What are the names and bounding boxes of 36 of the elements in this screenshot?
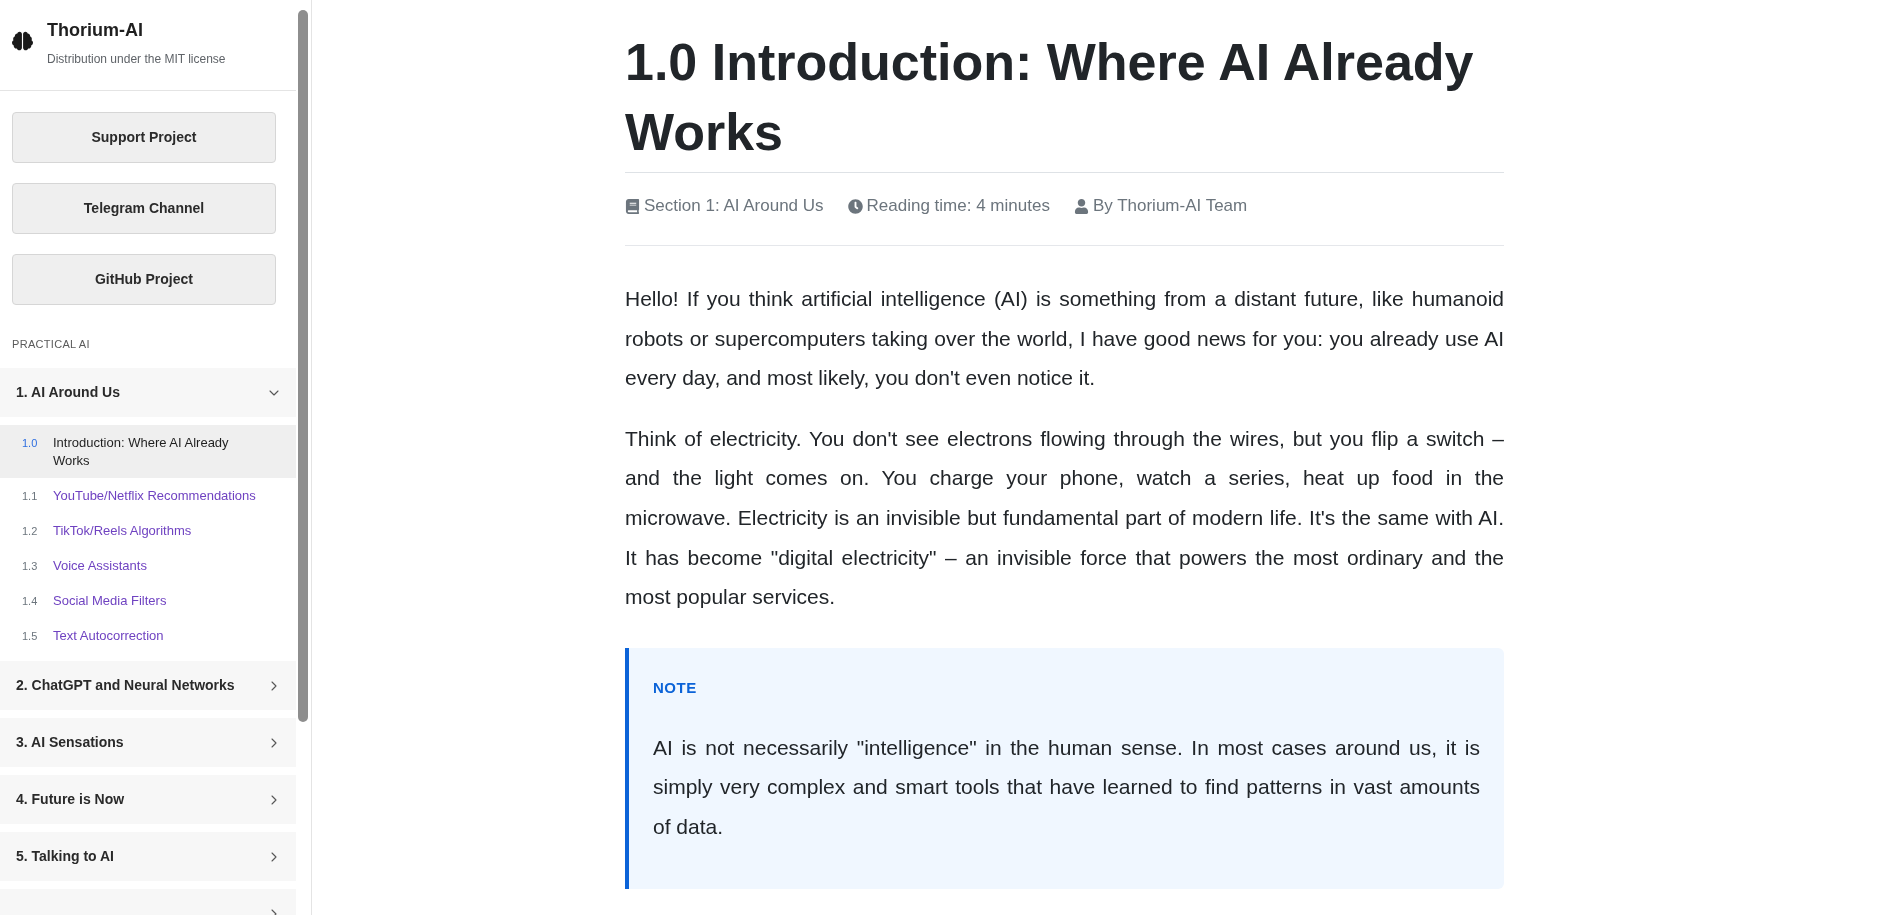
user-icon (1073, 198, 1089, 214)
reading-time: Reading time: 4 minutes (866, 195, 1050, 217)
paragraph: Think of electricity. You don't see electrons flowing through the wires, but you flip a switch – and the light comes on. You charge your phone, watch a series, heat up food in the microwave. Electricity is an invisible but fundamental part of modern life. It's the same with AI. It has become "digital electricity" – an invisible force that powers the most ordinary and the most popular services. (625, 425, 1504, 611)
nav-link[interactable]: 1.3 Voice Assistants (0, 548, 296, 583)
sidebar-button[interactable]: Support Project (12, 112, 276, 163)
nav-group-label: PRACTICAL AI (11, 337, 91, 352)
item-number: 1.4 (22, 593, 39, 609)
section-toggle[interactable]: 5. Talking to AI (0, 832, 296, 881)
nav-link[interactable]: 1.1 YouTube/Netflix Recommendations (0, 478, 296, 513)
article-title: 1.0 Introduction: Where AI Already Works (625, 27, 1504, 173)
section-toggle[interactable]: 4. Future is Now (0, 775, 296, 824)
paragraph: Hello! If you think artificial intelligence (AI) is something from a distant future, like humanoid robots or supercomputers taking over the world, I have good news for you: you already use AI every day, and most likely, you don't even notice it. (625, 286, 1504, 392)
nav-link[interactable]: 1.4 Social Media Filters (0, 583, 296, 618)
note-text: AI is not necessarily "intelligence" in the human sense. In most cases around us, it is simply very complex and smart tools that have learned to find patterns in vast amounts of data. (653, 734, 1480, 840)
item-number: 1.2 (22, 523, 39, 539)
site-subtitle: Distribution under the MIT license (47, 51, 226, 67)
note-label: NOTE (653, 677, 698, 698)
nav-link[interactable]: 1.5 Text Autocorrection (0, 618, 296, 653)
section-info: Section 1: AI Around Us (644, 195, 824, 217)
scrollbar-thumb[interactable] (298, 10, 308, 722)
section-toggle[interactable]: 2. ChatGPT and Neural Networks (0, 661, 296, 710)
sidebar-button[interactable]: GitHub Project (12, 254, 276, 305)
brain-icon (12, 30, 33, 52)
book-icon (625, 198, 640, 214)
nav-link[interactable]: 1.0 Introduction: Where AI Already Works (0, 425, 296, 478)
section-toggle[interactable]: 1. AI Around Us (0, 368, 296, 417)
item-number: 1.3 (22, 558, 39, 574)
item-number: 1.1 (22, 488, 39, 504)
item-number: 1.0 (22, 435, 39, 451)
author-name: By Thorium-AI Team (1092, 195, 1248, 217)
sidebar-button[interactable]: Telegram Channel (12, 183, 276, 234)
section-toggle[interactable]: 3. AI Sensations (0, 718, 296, 767)
clock-icon (847, 198, 863, 214)
item-number: 1.5 (22, 628, 39, 644)
site-title: Thorium-AI (47, 19, 144, 42)
nav-link[interactable]: 1.2 TikTok/Reels Algorithms (0, 513, 296, 548)
